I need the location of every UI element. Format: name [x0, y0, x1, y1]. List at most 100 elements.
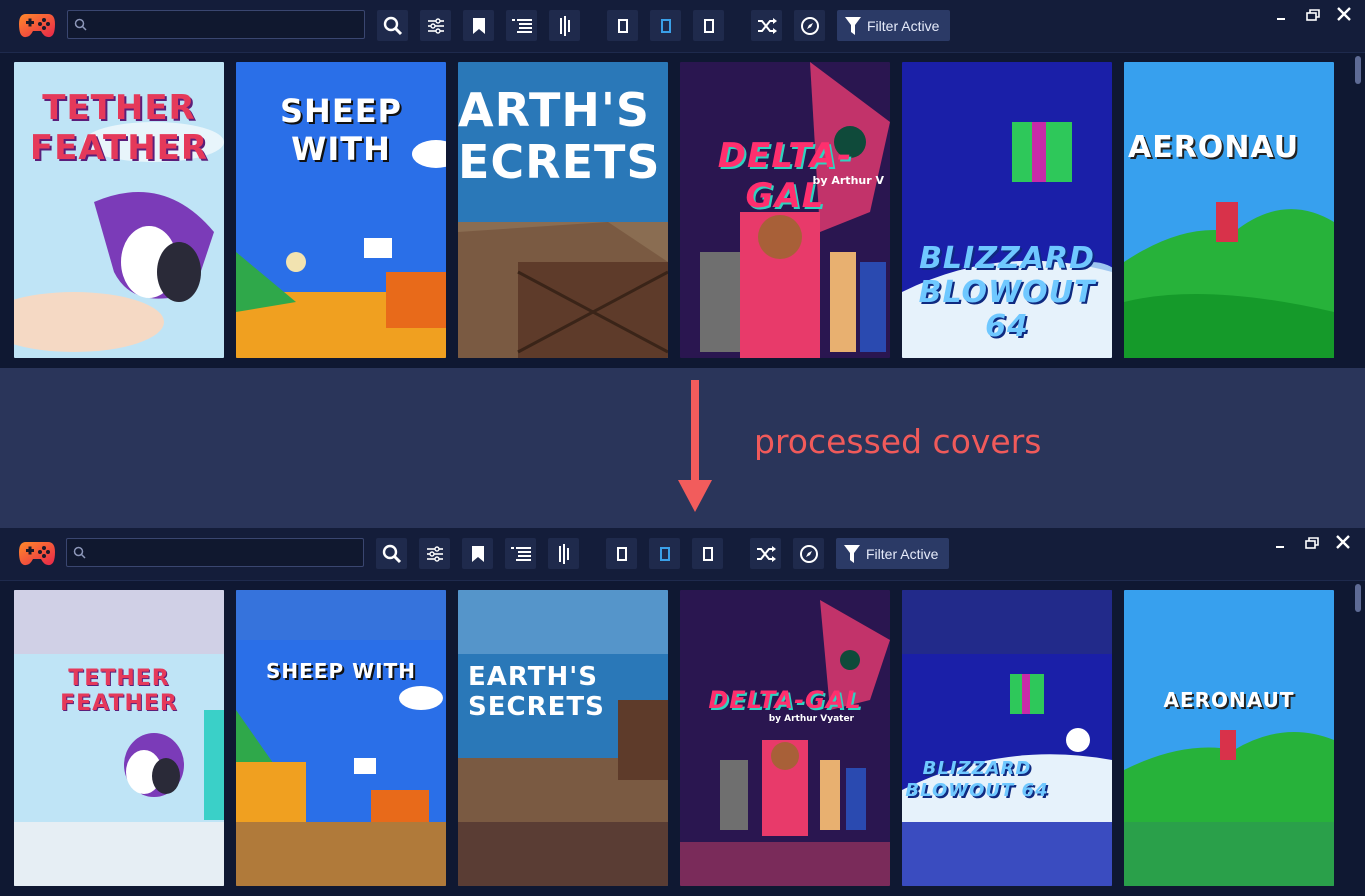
toolbar: Filter Active: [0, 0, 1365, 53]
list-icon: [511, 18, 532, 33]
view-medium-icon: [660, 18, 671, 33]
filter-label: Filter Active: [867, 17, 940, 34]
shuffle-button[interactable]: [751, 10, 782, 41]
view-large-icon: [703, 18, 714, 33]
launcher-window-original: Filter Active TETHER FEATHER SHEEP WITH …: [0, 0, 1365, 368]
cover-title: ARTH'S ECRETS: [458, 83, 661, 189]
game-cover[interactable]: AERONAU: [1124, 62, 1334, 358]
cover-title: AERONAUT: [1163, 688, 1295, 712]
filter-icon: [845, 16, 861, 35]
launcher-window-processed: Filter Active TETHER FEATHER SHEEP WITH …: [0, 528, 1365, 896]
search-input[interactable]: [89, 539, 363, 568]
view-medium-button[interactable]: [649, 538, 680, 569]
cover-title: TETHER FEATHER: [29, 88, 209, 168]
gamepad-logo-icon[interactable]: [18, 538, 56, 568]
cover-title: SHEEP WITH: [266, 659, 416, 683]
search-field[interactable]: [67, 10, 365, 40]
compass-icon: [799, 544, 818, 563]
sort-icon: [558, 543, 569, 564]
bookmark-button[interactable]: [463, 10, 494, 41]
cover-art: [902, 590, 1112, 886]
view-medium-icon: [659, 546, 670, 561]
game-cover[interactable]: TETHER FEATHER: [14, 590, 224, 886]
game-cover[interactable]: EARTH'S SECRETS: [458, 590, 668, 886]
game-cover[interactable]: TETHER FEATHER: [14, 62, 224, 358]
close-icon[interactable]: [1333, 534, 1353, 552]
settings-button[interactable]: [420, 10, 451, 41]
close-icon[interactable]: [1334, 6, 1354, 24]
restore-icon[interactable]: [1302, 534, 1322, 552]
cover-art: [14, 590, 224, 886]
game-cover[interactable]: ARTH'S ECRETS: [458, 62, 668, 358]
game-cover[interactable]: SHEEP WITH: [236, 62, 446, 358]
sort-icon: [559, 15, 570, 36]
scrollbar-thumb[interactable]: [1355, 56, 1361, 84]
cover-grid: TETHER FEATHER SHEEP WITH EARTH'S SECRET…: [0, 580, 1350, 896]
view-large-button[interactable]: [693, 10, 724, 41]
search-button[interactable]: [377, 10, 408, 41]
cover-art: [680, 590, 890, 886]
restore-icon[interactable]: [1303, 6, 1323, 24]
minimize-icon[interactable]: [1271, 534, 1291, 552]
game-cover[interactable]: DELTA-GAL by Arthur V: [680, 62, 890, 358]
filter-active-button[interactable]: Filter Active: [836, 538, 949, 569]
search-field[interactable]: [66, 538, 364, 568]
game-cover[interactable]: AERONAUT: [1124, 590, 1334, 886]
settings-button[interactable]: [419, 538, 450, 569]
list-icon: [510, 546, 531, 561]
filter-icon: [844, 544, 860, 563]
bookmark-button[interactable]: [462, 538, 493, 569]
cover-title: SHEEP WITH: [280, 92, 402, 168]
gamepad-logo-icon[interactable]: [18, 10, 56, 40]
shuffle-button[interactable]: [750, 538, 781, 569]
game-cover[interactable]: SHEEP WITH: [236, 590, 446, 886]
down-arrow-icon: [678, 380, 712, 512]
sort-button[interactable]: [548, 538, 579, 569]
cover-art: [458, 590, 668, 886]
compass-icon: [800, 16, 819, 35]
cover-title: BLIZZARD BLOWOUT 64: [905, 758, 1049, 801]
cover-subtitle: by Arthur V: [812, 174, 885, 187]
cover-art: [236, 590, 446, 886]
cover-title: TETHER FEATHER: [60, 666, 178, 716]
game-cover[interactable]: DELTA-GAL by Arthur Vyater: [680, 590, 890, 886]
cover-art: [1124, 62, 1334, 358]
view-medium-button[interactable]: [650, 10, 681, 41]
list-view-button[interactable]: [505, 538, 536, 569]
shuffle-icon: [757, 17, 777, 34]
view-small-icon: [616, 546, 627, 561]
random-game-button[interactable]: [794, 10, 825, 41]
cover-title: BLIZZARD BLOWOUT 64: [918, 241, 1096, 344]
sliders-icon: [426, 545, 443, 562]
cover-title: AERONAU: [1128, 130, 1300, 165]
search-input[interactable]: [90, 11, 364, 40]
filter-active-button[interactable]: Filter Active: [837, 10, 950, 41]
game-cover[interactable]: BLIZZARD BLOWOUT 64: [902, 590, 1112, 886]
filter-label: Filter Active: [866, 545, 939, 562]
list-view-button[interactable]: [506, 10, 537, 41]
cover-subtitle: by Arthur Vyater: [768, 714, 854, 724]
shuffle-icon: [756, 545, 776, 562]
cover-title: DELTA-GAL: [708, 686, 862, 714]
bookmark-icon: [471, 545, 484, 562]
view-large-button[interactable]: [692, 538, 723, 569]
search-button[interactable]: [376, 538, 407, 569]
sort-button[interactable]: [549, 10, 580, 41]
view-small-icon: [617, 18, 628, 33]
random-game-button[interactable]: [793, 538, 824, 569]
search-icon: [73, 546, 86, 559]
toolbar: Filter Active: [0, 528, 1365, 581]
search-icon: [382, 544, 401, 563]
search-icon: [74, 18, 87, 31]
view-small-button[interactable]: [606, 538, 637, 569]
cover-art: [1124, 590, 1334, 886]
cover-title: EARTH'S SECRETS: [468, 662, 605, 722]
view-large-icon: [702, 546, 713, 561]
sliders-icon: [427, 17, 444, 34]
caption-label: processed covers: [754, 422, 1042, 461]
minimize-icon[interactable]: [1272, 6, 1292, 24]
view-small-button[interactable]: [607, 10, 638, 41]
search-icon: [383, 16, 402, 35]
scrollbar-thumb[interactable]: [1355, 584, 1361, 612]
game-cover[interactable]: BLIZZARD BLOWOUT 64: [902, 62, 1112, 358]
